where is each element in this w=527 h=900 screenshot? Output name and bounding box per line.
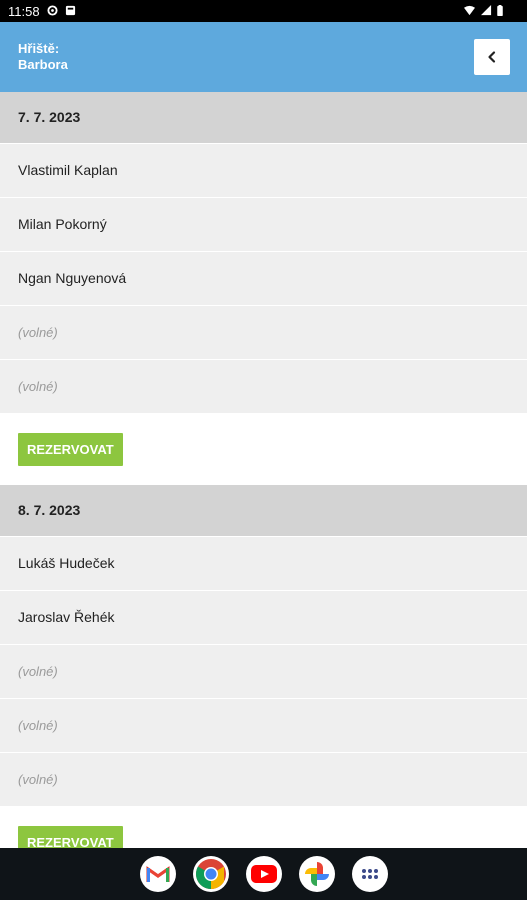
app-dock xyxy=(0,848,527,900)
app-drawer-icon[interactable] xyxy=(351,856,388,892)
photos-icon[interactable] xyxy=(298,856,335,892)
list-item: Lukáš Hudeček xyxy=(0,537,527,590)
list-item: Milan Pokorný xyxy=(0,198,527,251)
battery-icon xyxy=(497,5,503,16)
reservation-list: 7. 7. 2023 Vlastimil Kaplan Milan Pokorn… xyxy=(0,92,527,878)
wifi-icon xyxy=(464,5,475,16)
list-item: Vlastimil Kaplan xyxy=(0,144,527,197)
list-item: Ngan Nguyenová xyxy=(0,252,527,305)
date-header: 7. 7. 2023 xyxy=(0,92,527,143)
chrome-icon[interactable] xyxy=(192,856,229,892)
gmail-icon[interactable] xyxy=(139,856,176,892)
signal-icon xyxy=(481,5,492,16)
list-item-free: (volné) xyxy=(0,753,527,806)
status-bar: 11:58 xyxy=(0,0,527,22)
list-item-free: (volné) xyxy=(0,645,527,698)
settings-notification-icon xyxy=(47,5,58,16)
file-notification-icon xyxy=(65,5,76,16)
status-time: 11:58 xyxy=(8,4,40,19)
day-section: 8. 7. 2023 Lukáš Hudeček Jaroslav Řehék … xyxy=(0,485,527,878)
list-item-free: (volné) xyxy=(0,306,527,359)
day-section: 7. 7. 2023 Vlastimil Kaplan Milan Pokorn… xyxy=(0,92,527,485)
back-button[interactable] xyxy=(474,39,510,75)
court-name: Barbora xyxy=(18,57,68,72)
page-title: Hřiště: Barbora xyxy=(18,41,68,73)
button-area: REZERVOVAT xyxy=(0,414,527,485)
reserve-button[interactable]: REZERVOVAT xyxy=(18,433,123,466)
list-item-free: (volné) xyxy=(0,360,527,413)
title-label: Hřiště: xyxy=(18,41,60,56)
list-item: Jaroslav Řehék xyxy=(0,591,527,644)
youtube-icon[interactable] xyxy=(245,856,282,892)
date-header: 8. 7. 2023 xyxy=(0,485,527,536)
chevron-left-icon xyxy=(488,51,496,63)
list-item-free: (volné) xyxy=(0,699,527,752)
app-header: Hřiště: Barbora xyxy=(0,22,527,92)
